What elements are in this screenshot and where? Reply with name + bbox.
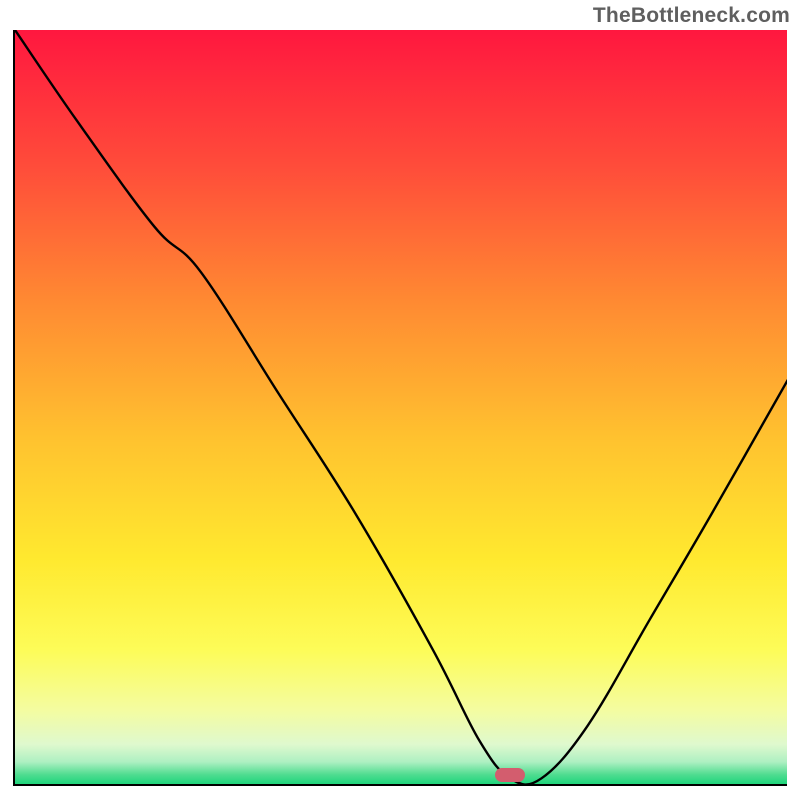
chart-stage: TheBottleneck.com: [0, 0, 800, 800]
watermark-text: TheBottleneck.com: [593, 4, 790, 28]
optimal-marker: [495, 768, 525, 782]
plot-area: [13, 30, 787, 786]
bottleneck-curve: [15, 30, 787, 786]
